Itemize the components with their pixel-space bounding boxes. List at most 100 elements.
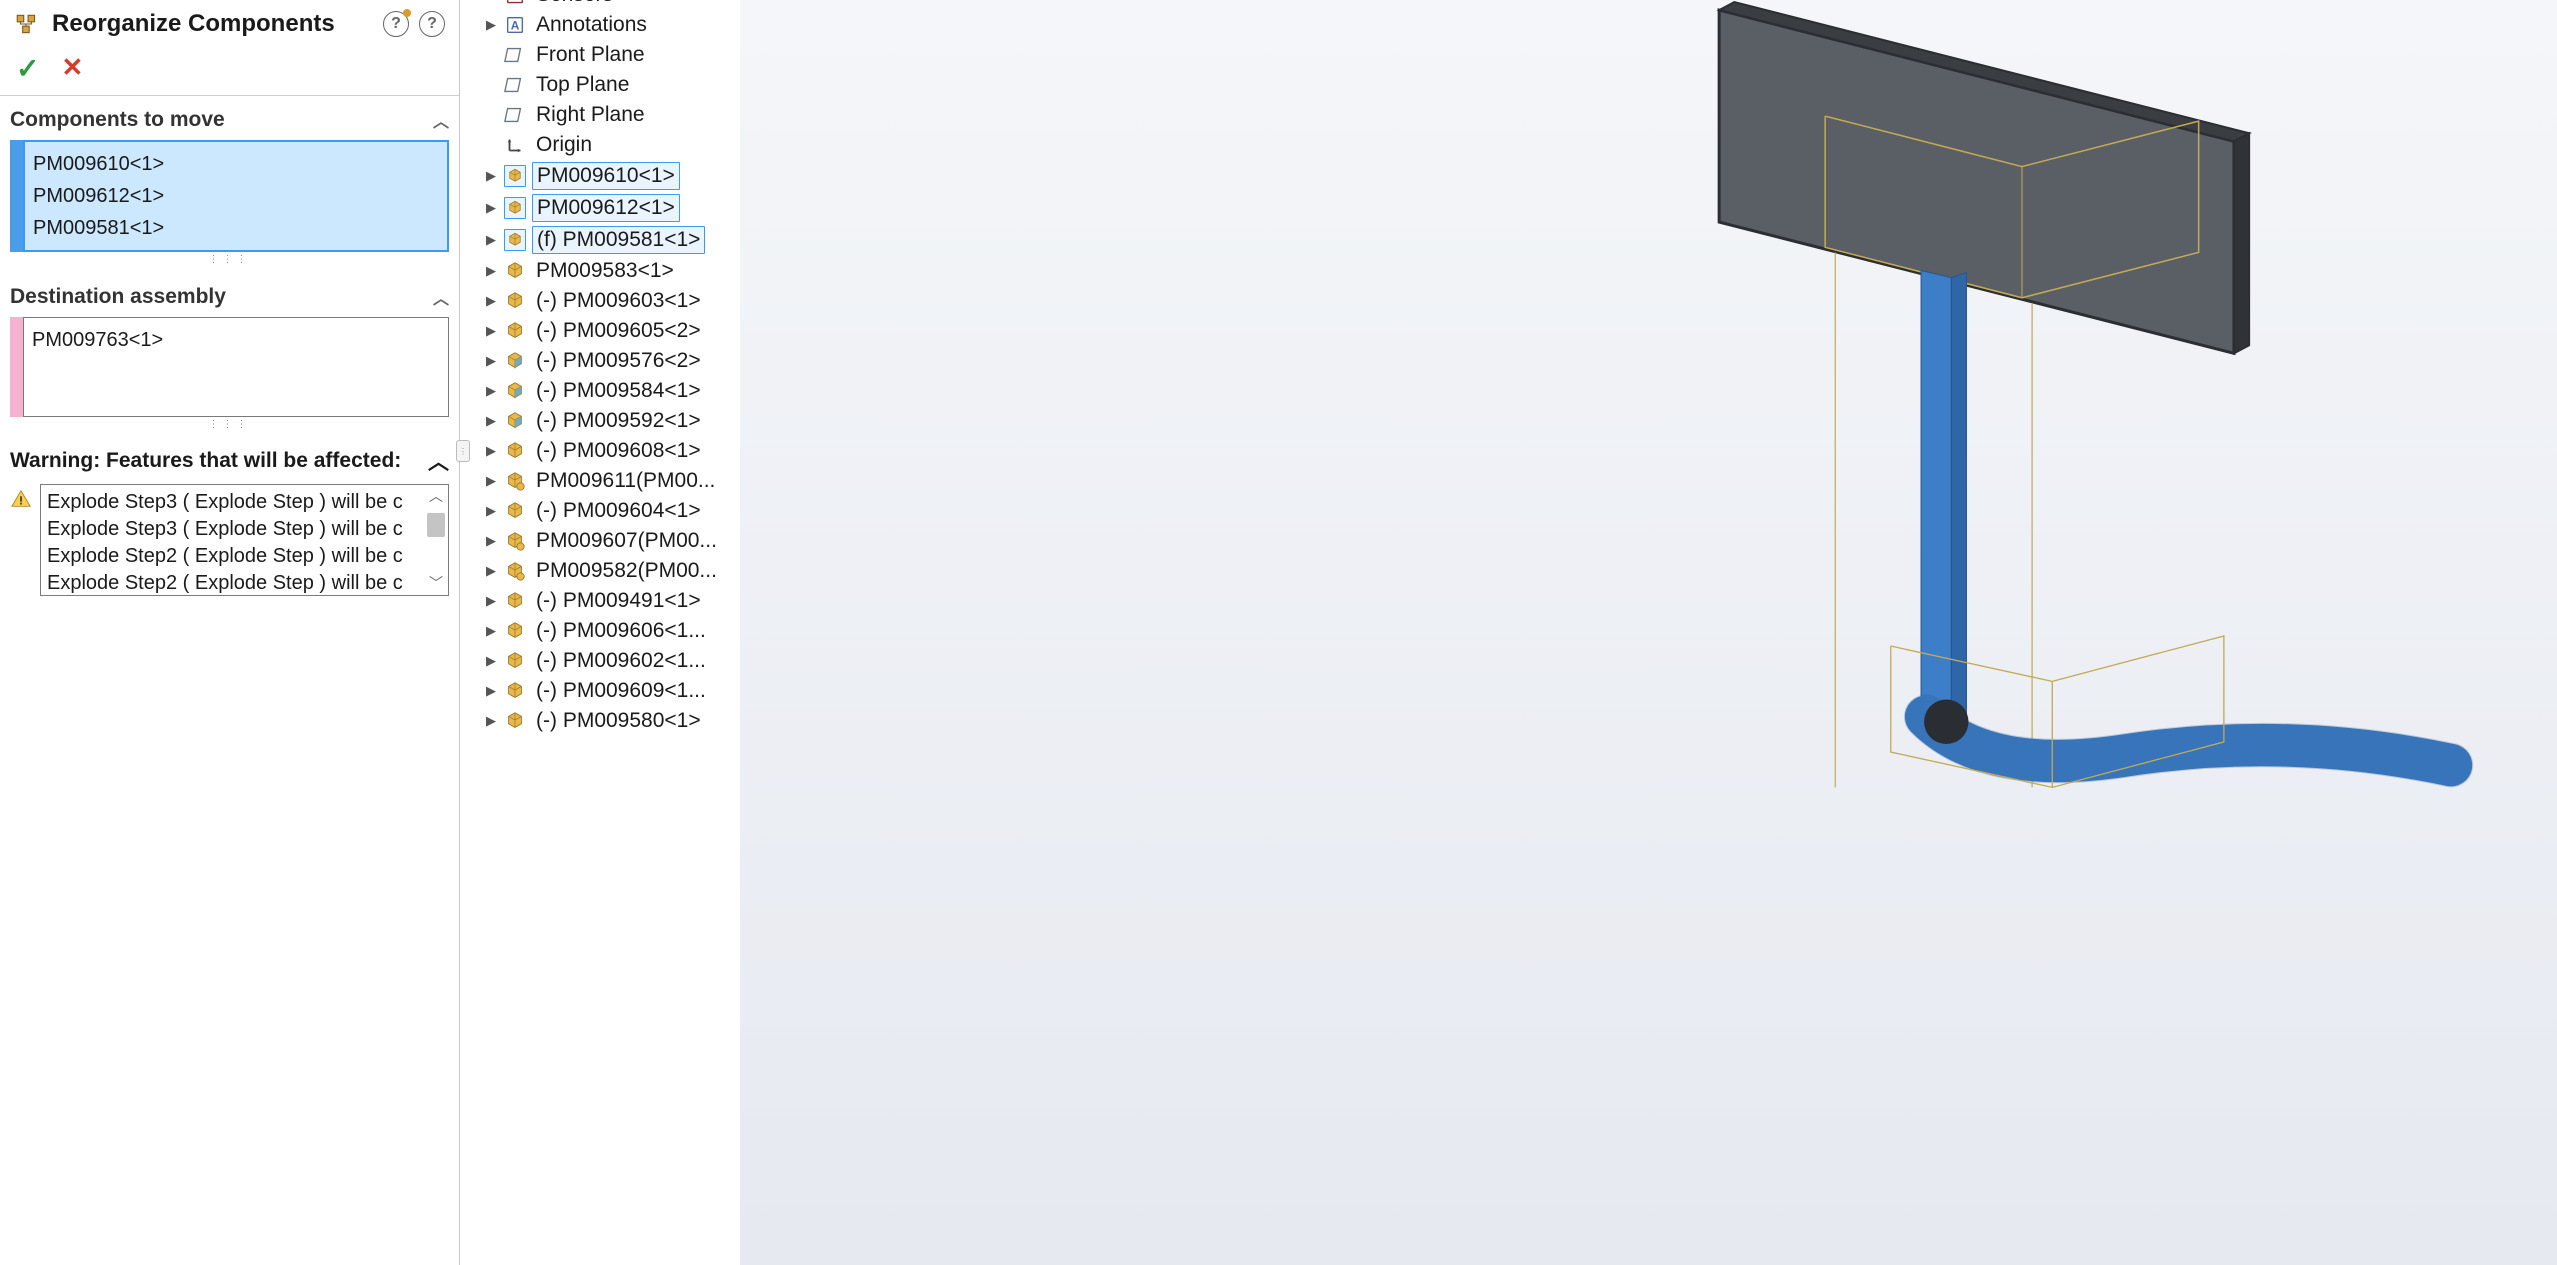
tree-item[interactable]: ▶PM009610<1> [482, 160, 732, 192]
subassembly-icon [504, 500, 526, 522]
scroll-up-icon[interactable]: ︿ [428, 487, 444, 506]
expander-icon[interactable]: ▶ [484, 17, 498, 33]
expander-icon[interactable]: ▶ [484, 232, 498, 248]
tree-item[interactable]: ▶(-) PM009609<1... [482, 676, 732, 706]
feature-tree[interactable]: ▶Sensors▶AAnnotations▶Front Plane▶Top Pl… [482, 0, 732, 736]
expander-icon[interactable]: ▶ [484, 623, 498, 639]
tree-item[interactable]: ▶ (-) PM009580<1> [482, 706, 732, 736]
tree-item[interactable]: ▶(-) PM009605<2> [482, 316, 732, 346]
tree-item[interactable]: ▶(-) PM009606<1... [482, 616, 732, 646]
expander-icon[interactable]: ▶ [484, 473, 498, 489]
tree-item[interactable]: ▶ (-) PM009608<1> [482, 436, 732, 466]
list-item[interactable]: Explode Step3 ( Explode Step ) will be c [47, 516, 442, 543]
tree-item-label: PM009611(PM00... [532, 468, 719, 494]
help-button[interactable]: ? [419, 11, 445, 37]
expander-icon[interactable]: ▶ [484, 293, 498, 309]
subassembly-s-icon [504, 470, 526, 492]
tree-item-label: (f) PM009581<1> [532, 226, 705, 254]
tree-item[interactable]: ▶ (-) PM009592<1> [482, 406, 732, 436]
tree-item-label: Origin [532, 132, 596, 158]
list-item[interactable]: Explode Step2 ( Explode Step ) will be c [47, 543, 442, 570]
tree-item-label: (-) PM009584<1> [532, 378, 705, 404]
expander-icon[interactable]: ▶ [484, 533, 498, 549]
tree-item-label: Sensors [532, 0, 617, 8]
tree-item[interactable]: ▶Sensors [482, 0, 732, 10]
tree-item[interactable]: ▶PM009582(PM00... [482, 556, 732, 586]
tree-item[interactable]: ▶(-) PM009604<1> [482, 496, 732, 526]
tree-item[interactable]: ▶ (f) PM009581<1> [482, 224, 732, 256]
destination-section-header[interactable]: Destination assembly ︿ [10, 281, 449, 317]
components-color-bar [10, 140, 23, 252]
expander-icon[interactable]: ▶ [484, 443, 498, 459]
tree-item[interactable]: ▶ PM009611(PM00... [482, 466, 732, 496]
list-item[interactable]: Explode Step3 ( Explode Step ) will be c [47, 489, 442, 516]
list-item[interactable]: Explode Step2 ( Explode Step ) will be c [47, 570, 442, 596]
tree-item[interactable]: ▶Front Plane [482, 40, 732, 70]
expander-icon[interactable]: ▶ [484, 593, 498, 609]
subassembly-s-icon [504, 530, 526, 552]
plane-icon [504, 104, 526, 126]
splitter-handle[interactable]: ⋮ [456, 440, 470, 462]
list-item[interactable]: PM009610<1> [33, 148, 439, 180]
subassembly-icon [504, 165, 526, 187]
tree-item-label: (-) PM009580<1> [532, 708, 705, 734]
destination-listbox[interactable]: PM009763<1> [23, 317, 449, 417]
expander-icon[interactable]: ▶ [484, 383, 498, 399]
help-tips-button[interactable]: ? [383, 11, 409, 37]
warning-listbox[interactable]: ︿ ﹀ Explode Step3 ( Explode Step ) will … [40, 484, 449, 596]
destination-section: Destination assembly ︿ PM009763<1> ⋮⋮⋮ [0, 273, 459, 438]
tree-item[interactable]: ▶Origin [482, 130, 732, 160]
subassembly-icon [504, 320, 526, 342]
tree-item-label: Right Plane [532, 102, 649, 128]
subassembly-s-icon [504, 560, 526, 582]
chevron-up-icon: ︿ [428, 446, 449, 476]
components-listbox[interactable]: PM009610<1>PM009612<1>PM009581<1> [23, 140, 449, 252]
expander-icon[interactable]: ▶ [484, 200, 498, 216]
expander-icon[interactable]: ▶ [484, 263, 498, 279]
origin-icon [504, 134, 526, 156]
components-label: Components to move [10, 108, 225, 132]
list-item[interactable]: PM009763<1> [32, 324, 440, 356]
panel-header: Reorganize Components ? ? [0, 0, 459, 44]
tree-item[interactable]: ▶(-) PM009602<1... [482, 646, 732, 676]
resize-grip[interactable]: ⋮⋮⋮ [10, 252, 449, 267]
expander-icon[interactable]: ▶ [484, 503, 498, 519]
tree-item[interactable]: ▶(-) PM009491<1> [482, 586, 732, 616]
scrollbar-thumb[interactable] [427, 513, 445, 537]
tree-item[interactable]: ▶PM009612<1> [482, 192, 732, 224]
tree-item[interactable]: ▶AAnnotations [482, 10, 732, 40]
tree-item-label: (-) PM009592<1> [532, 408, 705, 434]
expander-icon[interactable]: ▶ [484, 713, 498, 729]
list-item[interactable]: PM009612<1> [33, 180, 439, 212]
tree-item[interactable]: ▶Right Plane [482, 100, 732, 130]
warning-icon [10, 488, 32, 510]
expander-icon[interactable]: ▶ [484, 353, 498, 369]
tree-item[interactable]: ▶PM009607(PM00... [482, 526, 732, 556]
components-section-header[interactable]: Components to move ︿ [10, 104, 449, 140]
resize-grip[interactable]: ⋮⋮⋮ [10, 417, 449, 432]
expander-icon[interactable]: ▶ [484, 413, 498, 429]
panel-title: Reorganize Components [52, 10, 371, 38]
list-item[interactable]: PM009581<1> [33, 212, 439, 244]
expander-icon[interactable]: ▶ [484, 683, 498, 699]
expander-icon[interactable]: ▶ [484, 168, 498, 184]
tree-item[interactable]: ▶(-) PM009576<2> [482, 346, 732, 376]
tree-item-label: (-) PM009608<1> [532, 438, 705, 464]
tree-item[interactable]: ▶(-) PM009603<1> [482, 286, 732, 316]
expander-icon[interactable]: ▶ [484, 323, 498, 339]
tree-item[interactable]: ▶PM009583<1> [482, 256, 732, 286]
components-section: Components to move ︿ PM009610<1>PM009612… [0, 96, 459, 273]
tree-item[interactable]: ▶Top Plane [482, 70, 732, 100]
graphics-viewport[interactable] [740, 0, 2557, 1265]
expander-icon[interactable]: ▶ [484, 653, 498, 669]
model-3d [740, 0, 2557, 1265]
expander-icon[interactable]: ▶ [484, 563, 498, 579]
subassembly-icon [504, 229, 526, 251]
scroll-down-icon[interactable]: ﹀ [428, 574, 444, 593]
cancel-button[interactable]: ✕ [61, 52, 83, 85]
destination-label: Destination assembly [10, 285, 226, 309]
warning-section: Warning: Features that will be affected:… [0, 438, 459, 604]
warning-section-header[interactable]: Warning: Features that will be affected:… [10, 446, 449, 484]
tree-item[interactable]: ▶ (-) PM009584<1> [482, 376, 732, 406]
ok-button[interactable]: ✓ [16, 52, 39, 85]
